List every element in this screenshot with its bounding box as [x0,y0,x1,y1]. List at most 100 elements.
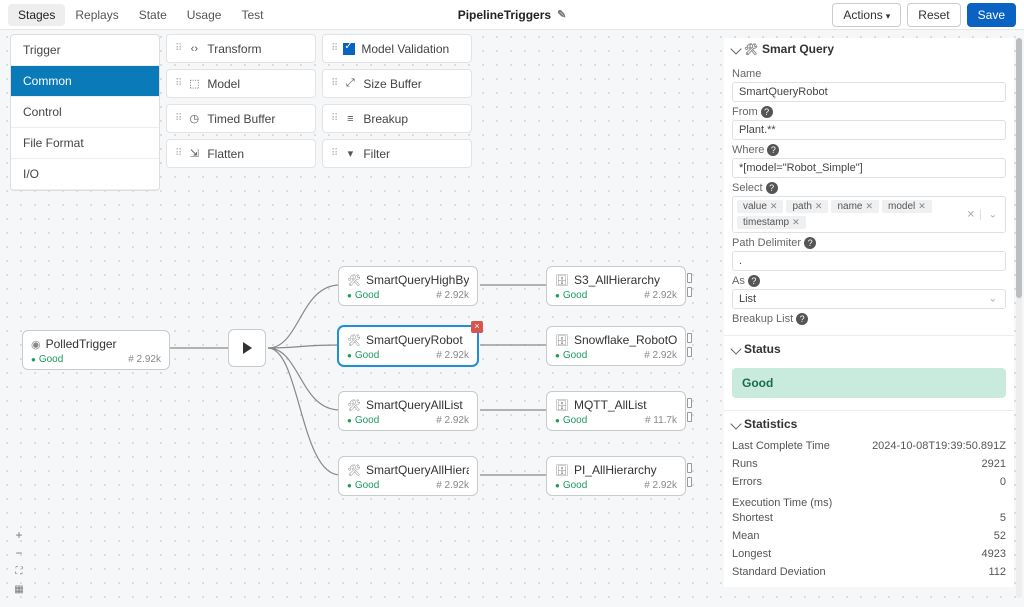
clear-icon[interactable]: ✕ [967,209,975,220]
status-badge: Good [555,290,587,301]
stat-label: Errors [732,476,762,488]
count-label: # 2.92k [644,350,677,361]
stage-model[interactable]: ⠿⬚Model [166,69,316,98]
select-tags[interactable]: value✕ path✕ name✕ model✕ timestamp✕ ✕ ⌄ [732,196,1006,233]
stage-flatten[interactable]: ⠿⇲Flatten [166,139,316,168]
play-icon [239,340,255,356]
stage-label: Breakup [363,112,408,126]
category-common[interactable]: Common [11,66,159,97]
stage-label: Flatten [207,147,244,161]
filter-icon: ▾ [343,147,357,160]
delimiter-input[interactable]: . [732,251,1006,271]
stat-value: 4923 [982,548,1006,560]
close-icon[interactable]: ✕ [770,201,778,212]
checkbox-icon [343,43,355,55]
stage-label: Filter [363,147,390,161]
close-icon[interactable]: ✕ [792,217,800,228]
grip-icon: ⠿ [175,43,181,54]
zoom-in-button[interactable]: + [10,527,28,543]
category-trigger[interactable]: Trigger [11,35,159,66]
inspector-title: Smart Query [762,42,834,56]
count-label: # 2.92k [436,350,469,361]
stage-model-validation[interactable]: ⠿Model Validation [322,34,472,63]
help-icon[interactable]: ? [767,144,779,156]
stage-filter[interactable]: ⠿▾Filter [322,139,472,168]
close-icon[interactable]: ✕ [815,201,823,212]
tab-state[interactable]: State [129,4,177,26]
status-value: Good [732,368,1006,398]
stage-label: Model [207,77,240,91]
help-icon[interactable]: ? [804,237,816,249]
tag-name[interactable]: name✕ [831,200,879,213]
help-icon[interactable]: ? [748,275,760,287]
from-input[interactable]: Plant.** [732,120,1006,140]
db-icon: 🗄 [555,334,569,347]
delete-icon[interactable]: × [471,321,483,333]
wrench-icon: 🛠 [347,274,361,287]
node-sq-alllist[interactable]: 🛠SmartQueryAllList Good# 2.92k [338,391,478,431]
category-file-format[interactable]: File Format [11,128,159,159]
close-icon[interactable]: ✕ [918,201,926,212]
node-snowflake[interactable]: 🗄Snowflake_RobotOnly Good# 2.92k [546,326,686,366]
chevron-down-icon[interactable]: ⌄ [980,209,997,220]
chevron-down-icon[interactable] [730,418,741,429]
help-icon[interactable]: ? [766,182,778,194]
node-play[interactable] [228,329,266,367]
node-mqtt[interactable]: 🗄MQTT_AllList Good# 11.7k [546,391,686,431]
stage-transform[interactable]: ⠿‹›Transform [166,34,316,63]
as-label: As [732,275,745,287]
inspector-panel: 🛠 Smart Query Name SmartQueryRobot From?… [724,38,1014,587]
scrollbar-thumb[interactable] [1016,38,1022,298]
tag-model[interactable]: model✕ [882,200,932,213]
count-label: # 2.92k [436,290,469,301]
where-input[interactable]: *[model="Robot_Simple"] [732,158,1006,178]
as-select[interactable]: List⌄ [732,289,1006,309]
tab-replays[interactable]: Replays [65,4,128,26]
select-label: Select [732,182,763,194]
wrench-icon: 🛠 [347,399,361,412]
scrollbar[interactable] [1016,38,1022,598]
chevron-down-icon[interactable] [730,43,741,54]
stat-label: Shortest [732,512,773,524]
help-icon[interactable]: ? [796,313,808,325]
reset-button[interactable]: Reset [907,3,960,27]
db-icon: 🗄 [555,399,569,412]
stage-label: Size Buffer [363,77,421,91]
exec-header: Execution Time (ms) [732,497,1006,509]
save-button[interactable]: Save [967,3,1016,27]
from-label: From [732,106,758,118]
chevron-down-icon[interactable] [730,343,741,354]
node-title: Snowflake_RobotOnly [574,333,677,347]
tab-test[interactable]: Test [231,4,273,26]
node-s3[interactable]: 🗄S3_AllHierarchy Good# 2.92k [546,266,686,306]
node-sq-robot[interactable]: × 🛠SmartQueryRobot Good# 2.92k [338,326,478,366]
category-io[interactable]: I/O [11,159,159,190]
stage-timed-buffer[interactable]: ⠿◷Timed Buffer [166,104,316,133]
name-input[interactable]: SmartQueryRobot [732,82,1006,102]
stage-size-buffer[interactable]: ⠿⤢Size Buffer [322,69,472,98]
grid-button[interactable]: ▦ [10,581,28,597]
tag-value[interactable]: value✕ [737,200,783,213]
stage-breakup[interactable]: ⠿≡Breakup [322,104,472,133]
tab-usage[interactable]: Usage [177,4,232,26]
edit-icon[interactable]: ✎ [557,8,566,21]
fit-button[interactable]: ⛶ [10,563,28,579]
tag-timestamp[interactable]: timestamp✕ [737,216,806,229]
zoom-out-button[interactable]: − [10,545,28,561]
category-control[interactable]: Control [11,97,159,128]
node-sq-highbyte[interactable]: 🛠SmartQueryHighByte Good# 2.92k [338,266,478,306]
code-icon: ‹› [187,43,201,55]
node-pi[interactable]: 🗄PI_AllHierarchy Good# 2.92k [546,456,686,496]
actions-button[interactable]: Actions [832,3,901,27]
db-icon: 🗄 [555,274,569,287]
where-label: Where [732,144,764,156]
tab-stages[interactable]: Stages [8,4,65,26]
help-icon[interactable]: ? [761,106,773,118]
node-title: S3_AllHierarchy [574,273,660,287]
node-sq-allhier[interactable]: 🛠SmartQueryAllHiera... Good# 2.92k [338,456,478,496]
close-icon[interactable]: ✕ [865,201,873,212]
stage-palette: Trigger Common Control File Format I/O ⠿… [10,34,472,191]
node-title: PolledTrigger [46,337,117,351]
tag-path[interactable]: path✕ [786,200,828,213]
node-polled-trigger[interactable]: ◉PolledTrigger Good# 2.92k [22,330,170,370]
